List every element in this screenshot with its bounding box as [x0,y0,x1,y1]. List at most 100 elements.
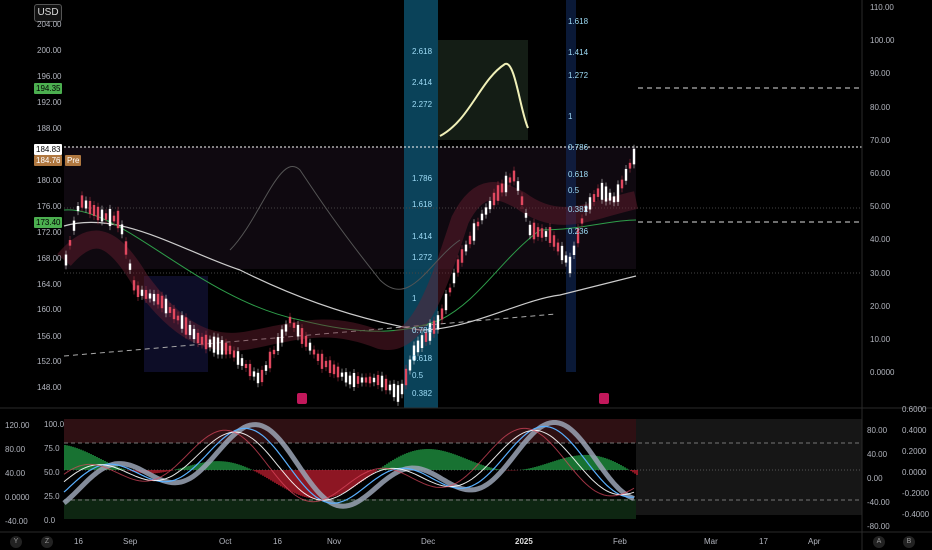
price-tick-left: 164.00 [37,280,62,289]
oscillator-bar [216,461,218,470]
candle [568,256,572,274]
candle [548,227,552,243]
oscillator-bar [352,470,354,488]
price-tick-right: 70.00 [870,135,891,145]
oscillator-bar [156,470,158,474]
fib-level-label: 0.382 [412,389,433,398]
candle [308,342,312,351]
candle [88,200,92,215]
candle [156,293,160,305]
oscillator-bar [298,470,300,496]
corner-button[interactable]: Y [10,536,22,548]
oscillator-bar [496,468,498,470]
oscillator-bar [562,458,564,470]
candle [464,244,468,252]
oscillator-bar [488,467,490,470]
price-tick-left: 156.00 [37,332,62,341]
candle [152,293,156,302]
candle [192,328,196,340]
candle [492,192,496,206]
oscillator-bar [374,470,376,473]
oscillator-bar [480,464,482,470]
price-tag: 194.35 [34,83,63,94]
oscillator-bar [446,451,448,470]
price-tick-right: 20.00 [870,301,891,311]
candle [208,339,212,348]
oscillator-bar [344,470,346,493]
price-tick-right: 80.00 [870,102,891,112]
chart-canvas[interactable] [0,0,932,550]
oscillator-bar [560,459,562,470]
oscillator-bar [80,449,82,470]
corner-button[interactable]: B [903,536,915,548]
candle [364,377,368,383]
oscillator-bar [554,460,556,470]
oscillator-bar [74,447,76,470]
price-tick-right: 110.00 [870,3,894,12]
fib-level-label: 0.5 [412,371,424,380]
candle [356,376,360,384]
oscillator-bar [270,470,272,481]
oscillator-bar [608,459,610,470]
oscillator-bar [538,465,540,470]
fib-level-label: 1.272 [568,71,589,80]
candle [440,308,444,320]
candle [268,351,272,369]
candle [588,197,592,210]
oscillator-tick: 0.0000 [5,493,30,502]
oscillator-bar [430,449,432,470]
oscillator-bar [82,450,84,470]
candle [532,222,536,240]
oscillator-bar [124,469,126,470]
oscillator-bar [466,459,468,470]
candle [476,221,480,227]
candle [132,280,136,291]
candle [452,272,456,284]
candle [580,218,584,224]
candle [80,195,84,208]
candle [620,179,624,189]
oscillator-bar [230,462,232,470]
candle [112,215,116,222]
oscillator-bar [528,468,530,470]
price-tick-left: 172.00 [37,228,62,237]
oscillator-bar [164,470,166,472]
candle [240,358,244,366]
oscillator-tick-right: -0.2000 [902,489,930,498]
price-tick-left: 152.00 [37,357,62,366]
fib-level-label: 0.236 [568,227,589,236]
candle [220,340,224,355]
candle [180,315,184,329]
candle [96,206,100,221]
time-tick: Mar [704,537,718,546]
candle [416,340,420,353]
fib-level-label: 2.618 [412,47,433,56]
candle [248,363,252,377]
corner-button[interactable]: A [873,536,885,548]
candle [404,368,408,386]
oscillator-bar [550,462,552,470]
candle [436,315,440,330]
candle [564,255,568,263]
candle [368,376,372,384]
candle [524,212,528,218]
corner-button[interactable]: Z [41,536,53,548]
oscillator-bar [458,455,460,470]
oscillator-bar [584,454,586,470]
oscillator-tick: 120.00 [5,421,30,430]
candle [148,293,152,299]
candle [384,378,388,391]
oscillator-bar [274,470,276,483]
time-tick: Sep [123,537,138,546]
price-tag: 173.40 [34,217,63,228]
oscillator-bar [232,462,234,470]
candle [64,254,68,266]
oscillator-bar [342,470,344,494]
candle [224,342,228,355]
candle [348,375,352,385]
candle [344,372,348,383]
candle [340,372,344,377]
candle [84,200,88,209]
oscillator-bar [258,470,260,474]
price-tag: Pre [65,155,82,166]
